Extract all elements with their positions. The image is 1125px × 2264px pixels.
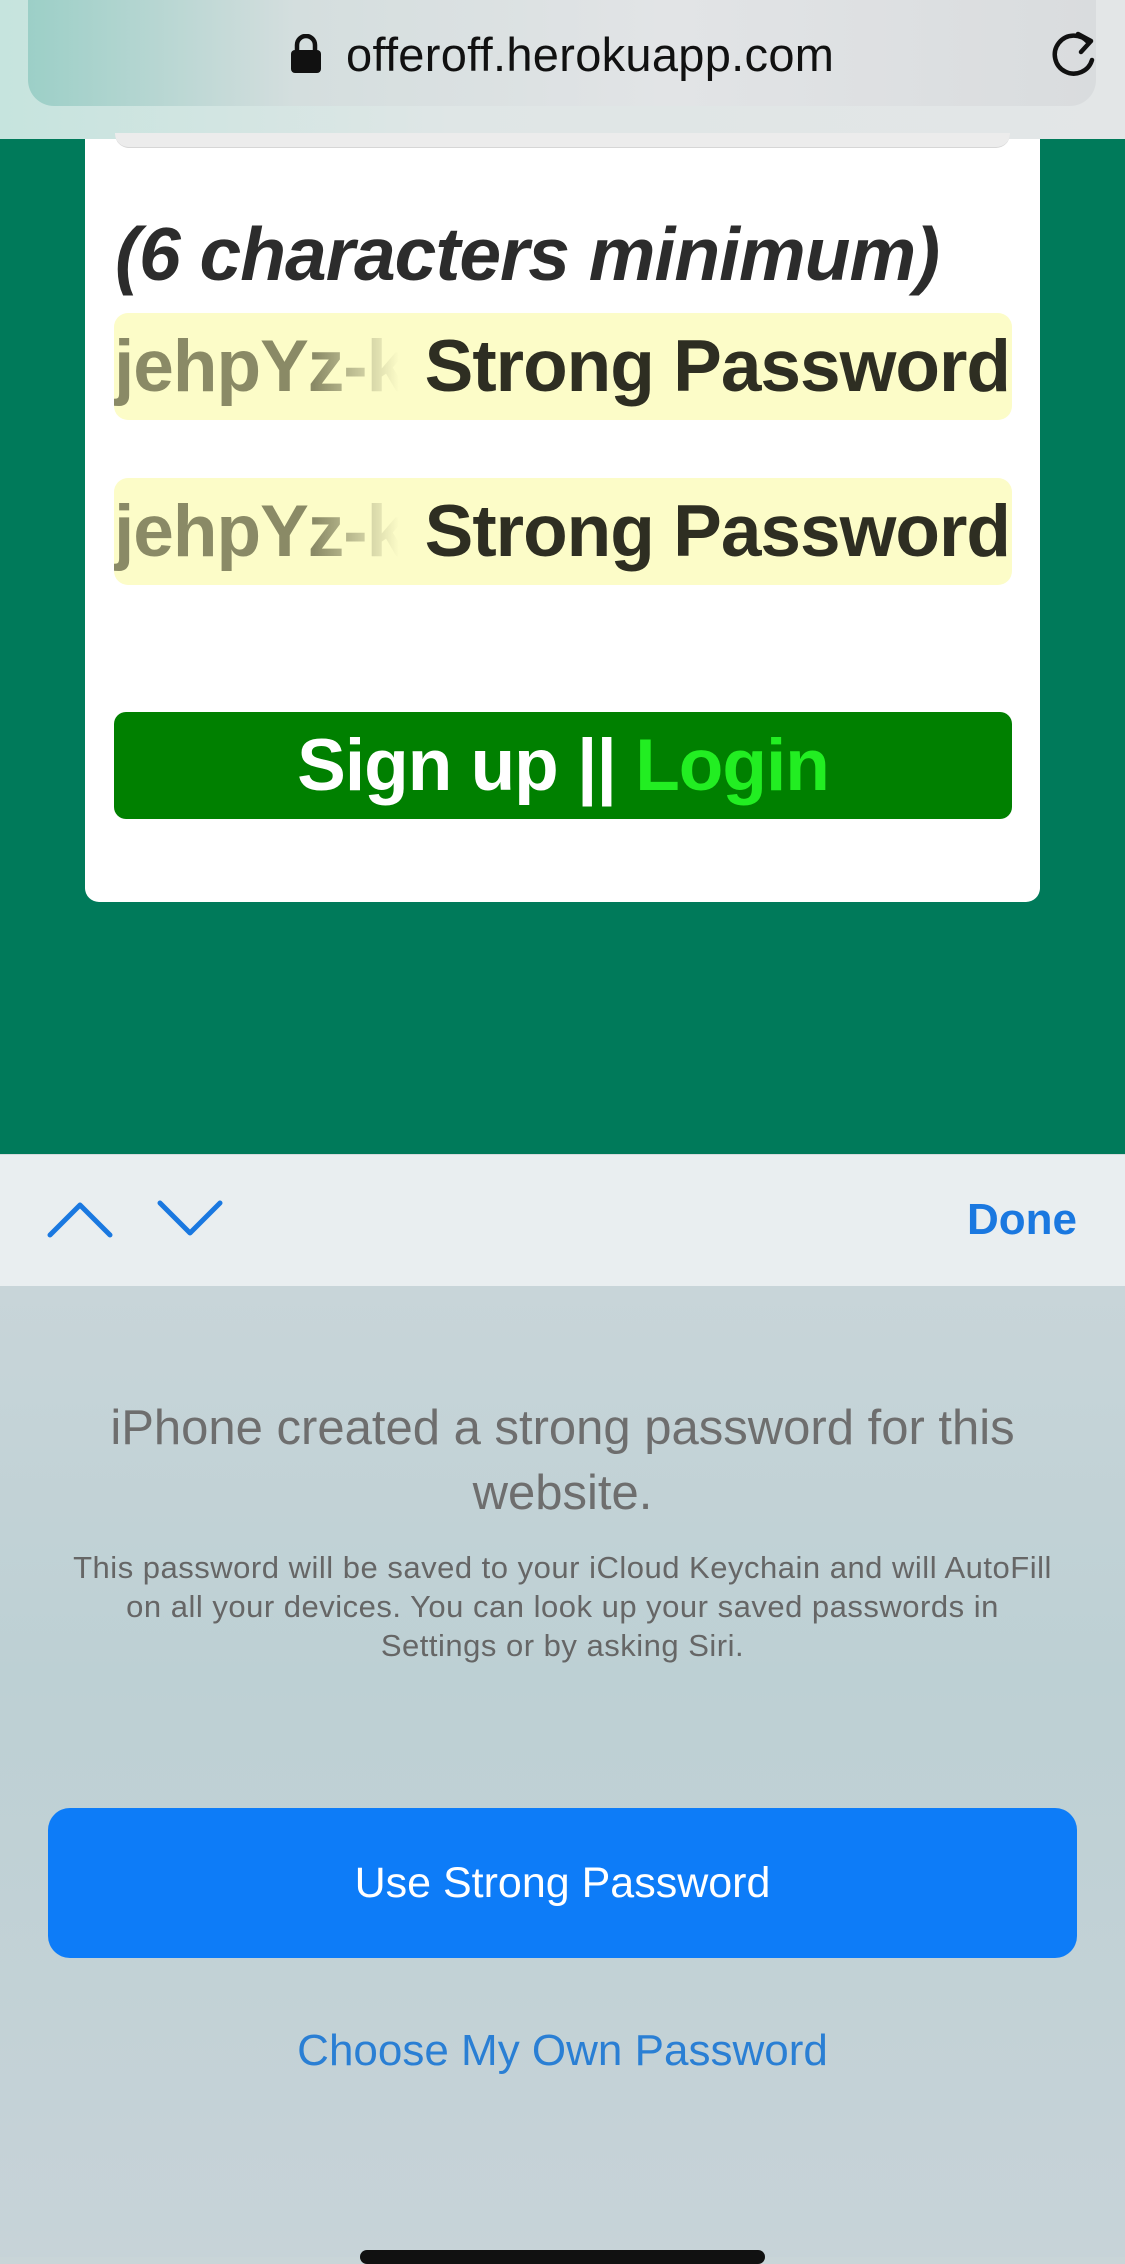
strong-password-badge: Strong Password xyxy=(424,326,1011,407)
address-bar[interactable]: offeroff.herokuapp.com xyxy=(28,0,1096,106)
signup-button[interactable]: Sign up || Login xyxy=(114,712,1012,819)
reload-icon[interactable] xyxy=(1048,28,1100,80)
sheet-title: iPhone created a strong password for thi… xyxy=(110,1401,1015,1520)
sheet-description: This password will be saved to your iClo… xyxy=(73,1550,1052,1663)
home-indicator xyxy=(360,2250,765,2264)
login-label[interactable]: Login xyxy=(635,725,830,806)
confirm-password-field[interactable]: jehpYz-k Strong Password xyxy=(114,478,1012,585)
password-hint: (6 characters minimum) xyxy=(115,212,940,296)
password-sheet: iPhone created a strong password for thi… xyxy=(0,1286,1125,2257)
page-background: (6 characters minimum) jehpYz-k Strong P… xyxy=(0,133,1125,1154)
previous-field[interactable] xyxy=(115,133,1010,148)
browser-chrome: offeroff.herokuapp.com xyxy=(0,0,1125,139)
keyboard-accessory-bar: Done xyxy=(0,1154,1125,1287)
signup-card: (6 characters minimum) jehpYz-k Strong P… xyxy=(85,133,1040,902)
lock-icon xyxy=(291,34,321,73)
confirm-strong-password-badge: Strong Password xyxy=(424,491,1011,572)
chevron-up-icon[interactable] xyxy=(46,1197,114,1241)
password-fade xyxy=(314,313,414,420)
password-field[interactable]: jehpYz-k Strong Password xyxy=(114,313,1012,420)
signup-label: Sign up || xyxy=(297,725,617,806)
chevron-down-icon[interactable] xyxy=(156,1197,224,1241)
confirm-password-fade xyxy=(314,478,414,585)
use-strong-password-button[interactable]: Use Strong Password xyxy=(48,1808,1077,1958)
done-button[interactable]: Done xyxy=(967,1195,1077,1245)
choose-own-password-button[interactable]: Choose My Own Password xyxy=(0,2026,1125,2076)
url-text: offeroff.herokuapp.com xyxy=(346,28,835,81)
